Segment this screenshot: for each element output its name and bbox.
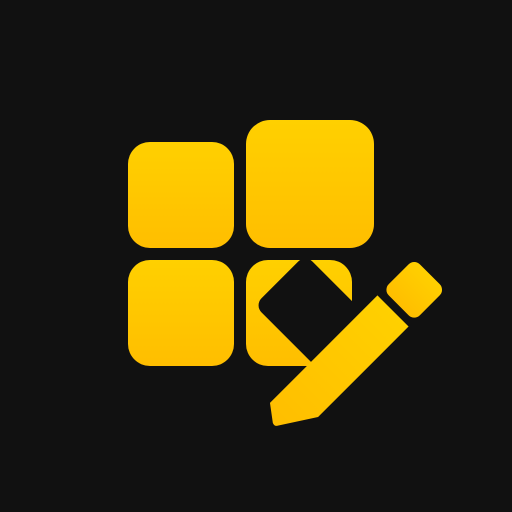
grid-tile-top-right: [246, 120, 374, 248]
app-icon-canvas: [0, 0, 512, 512]
widget-grid-edit-icon: [128, 120, 443, 426]
grid-tile-top-left: [128, 142, 234, 248]
grid-tile-bottom-left: [128, 260, 234, 366]
